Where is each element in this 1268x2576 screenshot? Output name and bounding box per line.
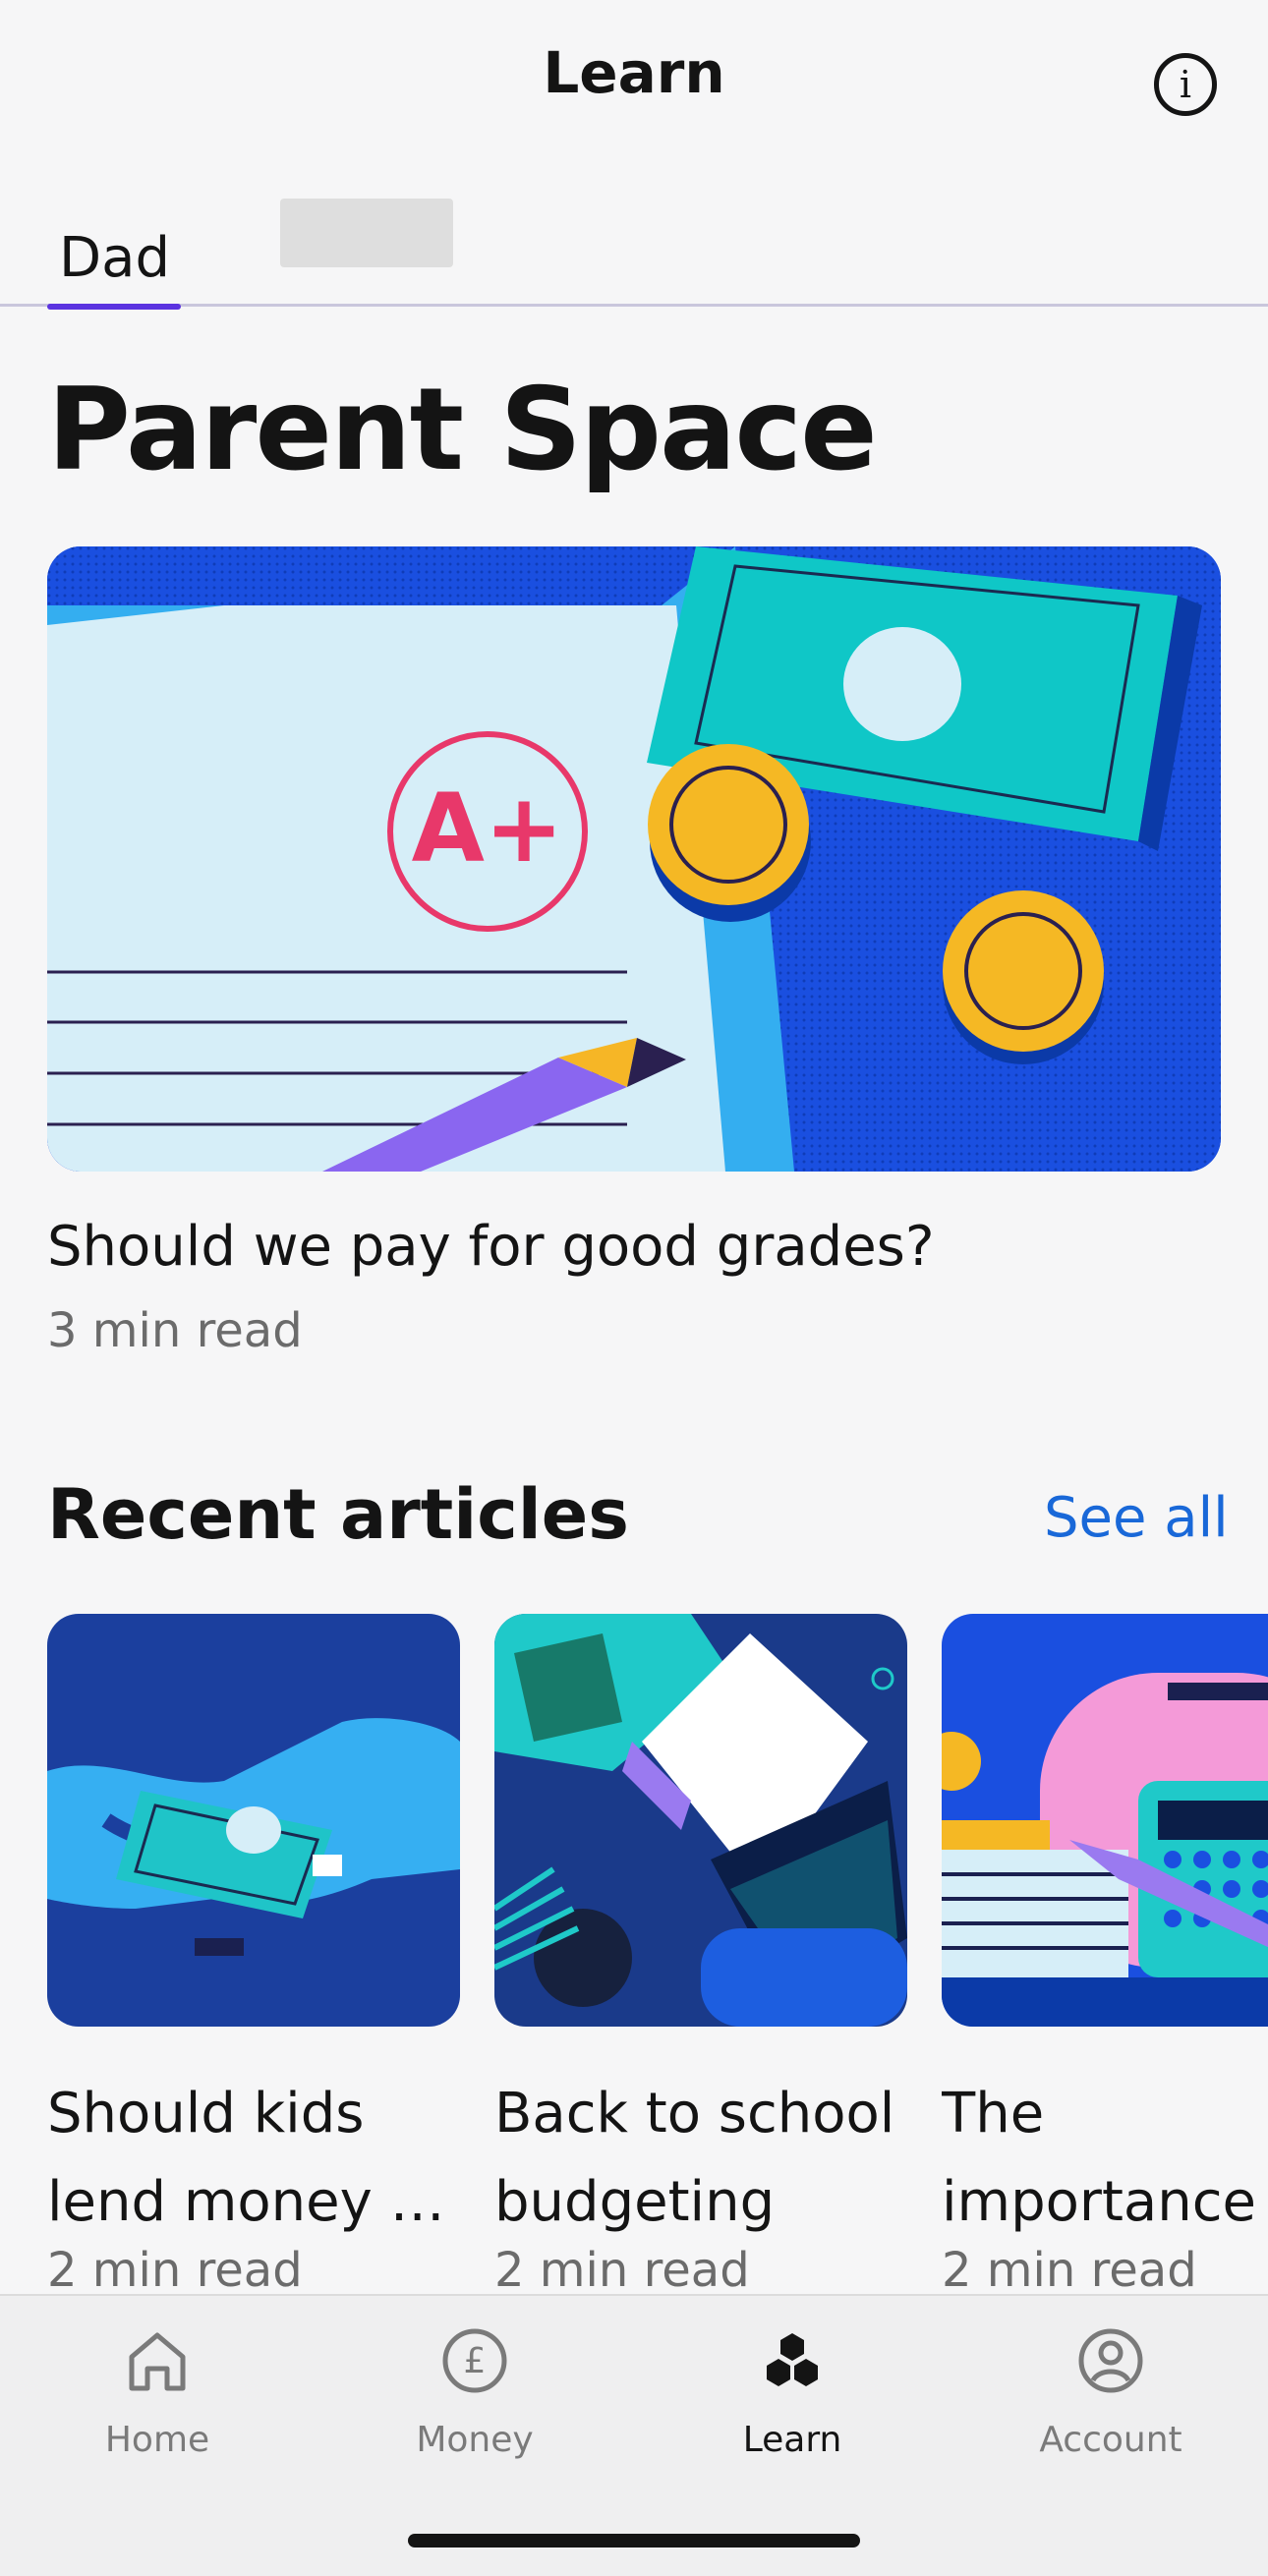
profile-tabs: Dad [0,167,1268,310]
article-card-read-time: 2 min read [942,2243,1197,2294]
tabbar-label: Learn [742,2420,842,2460]
recent-articles-heading: Recent articles [47,1474,629,1555]
tab-dad-label: Dad [59,226,170,290]
home-icon [129,2332,186,2391]
tabbar-label: Account [1039,2420,1182,2460]
header-title: Learn [543,39,725,106]
recent-articles-carousel[interactable]: Should kids lend money t... 2 min read B… [0,1614,1268,2294]
grade-text: A+ [412,773,564,884]
tabbar-label: Money [416,2420,534,2460]
article-card-read-time: 2 min read [47,2243,303,2294]
article-card[interactable]: Should kids lend money t... 2 min read [47,1614,460,2294]
article-card-image [47,1614,460,2027]
tabbar-item-money[interactable]: £ Money [367,2321,583,2469]
home-indicator[interactable] [408,2534,860,2547]
article-card[interactable]: Back to school budgeting 2 min read [494,1614,907,2294]
article-card-title-line: importance [942,2170,1256,2234]
article-card[interactable]: The importance 2 min read [942,1614,1268,2294]
info-icon[interactable]: i [1154,53,1217,116]
tab-redacted[interactable] [280,199,453,267]
page-title: Parent Space [47,364,878,496]
featured-article-title[interactable]: Should we pay for good grades? [47,1215,935,1279]
article-card-title-line: lend money t... [47,2170,460,2234]
article-card-title-line: budgeting [494,2170,776,2234]
article-card-title: The importance [942,2070,1268,2247]
tabbar-item-home[interactable]: Home [49,2321,265,2469]
article-card-title-line: Back to school [494,2082,895,2146]
tab-active-indicator [47,304,181,310]
bottom-tab-bar: Home £ Money Learn Account [0,2294,1268,2576]
article-card-title: Should kids lend money t... [47,2070,460,2247]
article-card-title-line: Should kids [47,2082,365,2146]
header: Learn i [0,0,1268,167]
tabbar-label: Home [104,2420,210,2460]
article-card-title-line: The [942,2082,1045,2146]
tabbar-item-learn[interactable]: Learn [684,2321,900,2469]
featured-article-read-time: 3 min read [47,1303,303,1358]
article-card-title: Back to school budgeting [494,2070,907,2247]
learn-icon [767,2333,818,2386]
see-all-link[interactable]: See all [1044,1486,1229,1550]
tabbar-item-account[interactable]: Account [1003,2321,1219,2469]
pound-icon: £ [442,2328,507,2393]
article-card-read-time: 2 min read [494,2243,750,2294]
svg-text:£: £ [464,2341,487,2381]
featured-article-image[interactable]: A+ [47,546,1221,1172]
article-card-image [494,1614,907,2027]
tab-dad[interactable]: Dad [47,197,181,310]
article-card-image [942,1614,1268,2027]
account-icon [1078,2328,1143,2393]
